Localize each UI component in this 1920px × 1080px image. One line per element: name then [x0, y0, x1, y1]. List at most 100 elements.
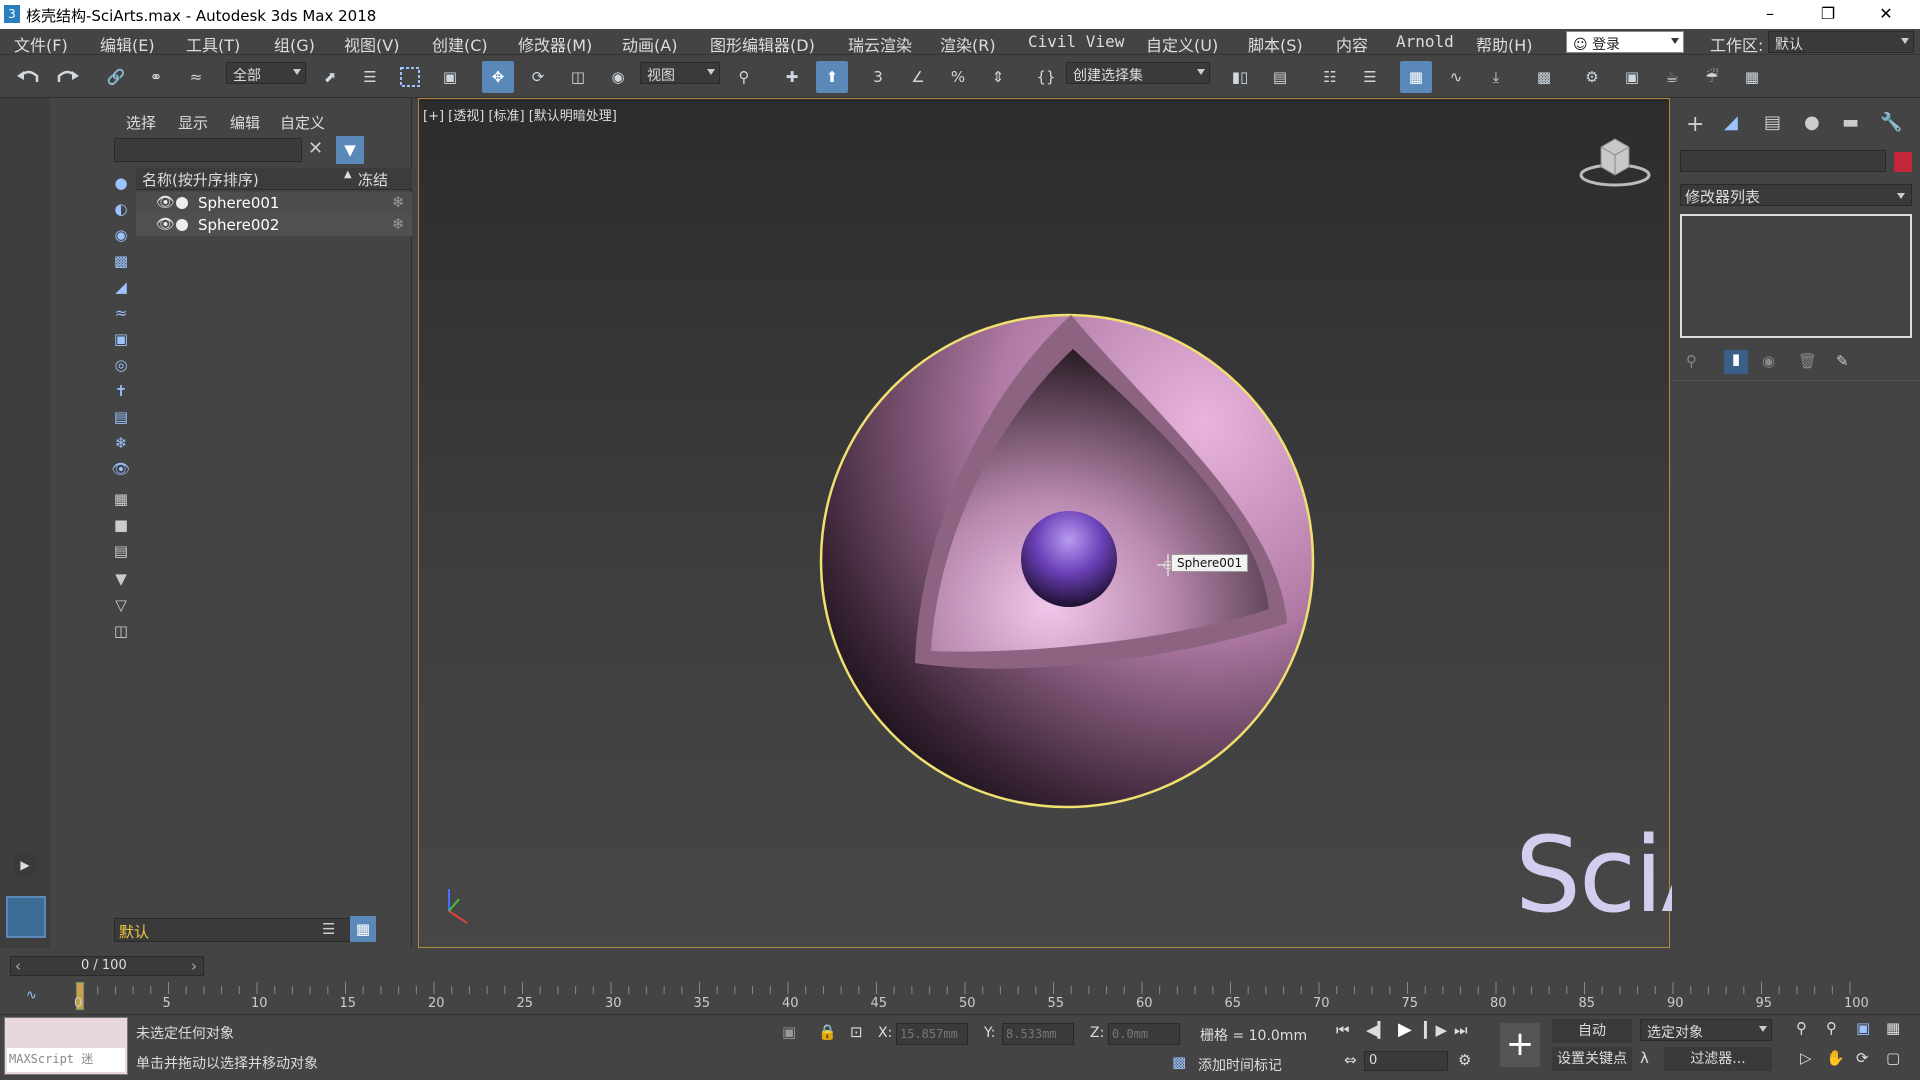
pivot-center-icon[interactable]: ⚲	[728, 61, 760, 93]
layer-explorer-icon[interactable]: ☰	[1354, 61, 1386, 93]
scene-explorer-save-icon[interactable]: ▦	[350, 916, 376, 942]
select-manipulate-icon[interactable]: ✚	[776, 61, 808, 93]
freeze-icon[interactable]: ❄	[392, 215, 405, 233]
table-row[interactable]: 👁 Sphere002 ❄	[136, 214, 412, 236]
spinner-snap-icon[interactable]: ⇕	[982, 61, 1014, 93]
xrefs-filter-icon[interactable]: ◎	[110, 354, 132, 376]
set-key-button[interactable]: 设置关键点	[1552, 1047, 1632, 1071]
visibility-eye-icon[interactable]: 👁	[156, 215, 175, 233]
percent-snap-icon[interactable]: %	[942, 61, 974, 93]
render-production-icon[interactable]: ☕	[1656, 61, 1688, 93]
clear-search-icon[interactable]: ✕	[308, 138, 323, 159]
cameras-filter-icon[interactable]: ▩	[110, 250, 132, 272]
tab-customize[interactable]: 自定义	[280, 112, 325, 133]
y-coordinate-field[interactable]: 8.533mm	[1002, 1023, 1074, 1045]
qr-tool-icon[interactable]: ▦	[1736, 61, 1768, 93]
containers-filter-icon[interactable]: ▤	[110, 406, 132, 428]
bind-spacewarp-icon[interactable]: ≈	[180, 61, 212, 93]
curve-editor-icon[interactable]: ∿	[1440, 61, 1472, 93]
maximize-viewport-icon[interactable]: ▢	[1886, 1049, 1900, 1067]
add-time-tag[interactable]: 添加时间标记	[1198, 1055, 1282, 1075]
menu-rendering[interactable]: 渲染(R)	[940, 32, 996, 56]
menu-tools[interactable]: 工具(T)	[186, 32, 240, 56]
select-scale-icon[interactable]: ◫	[562, 61, 594, 93]
go-to-end-icon[interactable]: ⏭	[1454, 1021, 1468, 1039]
previous-key-icon[interactable]: ◀▎	[1366, 1021, 1389, 1039]
viewport-layout-tab[interactable]	[6, 896, 46, 938]
viewcube-icon[interactable]	[1579, 129, 1651, 187]
maxscript-listener[interactable]: MAXScript 迷	[4, 1017, 128, 1075]
select-place-icon[interactable]: ◉	[602, 61, 634, 93]
table-row[interactable]: 👁 Sphere001 ❄	[136, 192, 412, 214]
lock-selection-icon[interactable]: ◫	[110, 620, 132, 642]
make-unique-icon[interactable]: ◉	[1762, 352, 1775, 370]
geometry-filter-icon[interactable]: ●	[110, 172, 132, 194]
keyboard-shortcut-override-icon[interactable]: ⬆	[816, 61, 848, 93]
visibility-eye-icon[interactable]: 👁	[156, 193, 175, 211]
mirror-icon[interactable]: ▮▯	[1224, 61, 1256, 93]
perspective-viewport[interactable]: [+] [透视] [标准] [默认明暗处理] Sphere001	[418, 98, 1864, 948]
zoom-extents-icon[interactable]: ▣	[1856, 1019, 1870, 1037]
schematic-view-icon[interactable]: ⤓	[1480, 61, 1512, 93]
window-crossing-icon[interactable]: ▣	[434, 61, 466, 93]
zoom-icon[interactable]: ⚲	[1796, 1019, 1807, 1037]
time-configuration-icon[interactable]: ⚙	[1458, 1051, 1471, 1069]
select-rotate-icon[interactable]: ⟳	[522, 61, 554, 93]
show-end-result-icon[interactable]: ▮	[1724, 350, 1748, 374]
render-iterative-icon[interactable]: ☔	[1696, 61, 1728, 93]
hidden-filter-icon[interactable]: 👁	[110, 458, 132, 480]
menu-modifiers[interactable]: 修改器(M)	[518, 32, 592, 56]
create-tab-icon[interactable]: +	[1686, 112, 1704, 137]
next-key-icon[interactable]: ▎▶	[1424, 1021, 1447, 1039]
object-name-field[interactable]	[1680, 150, 1886, 172]
object-name[interactable]: Sphere002	[198, 216, 279, 234]
key-mode-toggle-icon[interactable]: ⇔	[1344, 1051, 1357, 1069]
x-coordinate-field[interactable]: 15.857mm	[896, 1023, 968, 1045]
freeze-icon[interactable]: ❄	[392, 193, 405, 211]
menu-civil-view[interactable]: Civil View	[1028, 32, 1124, 51]
menu-file[interactable]: 文件(F)	[14, 32, 68, 56]
zoom-all-icon[interactable]: ⚲	[1826, 1019, 1837, 1037]
modifier-list-dropdown[interactable]: 修改器列表	[1680, 184, 1912, 206]
menu-graph-editors[interactable]: 图形编辑器(D)	[710, 32, 815, 56]
modifier-stack[interactable]	[1680, 214, 1912, 338]
lights-filter-icon[interactable]: ◉	[110, 224, 132, 246]
prev-frame-icon[interactable]: ‹	[15, 957, 21, 975]
next-frame-icon[interactable]: ›	[191, 957, 197, 975]
maxscript-input[interactable]: MAXScript 迷	[7, 1048, 125, 1072]
workspace-dropdown[interactable]: 默认	[1768, 31, 1914, 53]
align-icon[interactable]: ▤	[1264, 61, 1296, 93]
bones-filter-icon[interactable]: ✝	[110, 380, 132, 402]
pan-view-icon[interactable]: ✋	[1826, 1049, 1845, 1067]
menu-arnold[interactable]: Arnold	[1396, 32, 1454, 51]
z-coordinate-field[interactable]: 0.0mm	[1108, 1023, 1180, 1045]
shapes-filter-icon[interactable]: ◐	[110, 198, 132, 220]
object-color-swatch[interactable]	[1894, 152, 1912, 172]
key-filters-button[interactable]: 过滤器...	[1664, 1047, 1772, 1071]
filter-icon[interactable]: ▼	[336, 136, 364, 164]
menu-help[interactable]: 帮助(H)	[1476, 32, 1533, 56]
orbit-icon[interactable]: ⟳	[1856, 1049, 1869, 1067]
edit-named-selection-icon[interactable]: {}	[1030, 61, 1062, 93]
menu-edit[interactable]: 编辑(E)	[100, 32, 155, 56]
expand-arrow-icon[interactable]: ▶	[14, 854, 36, 876]
menu-group[interactable]: 组(G)	[274, 32, 315, 56]
tab-display[interactable]: 显示	[178, 112, 208, 133]
display-all-icon[interactable]: ▦	[110, 488, 132, 510]
select-object-icon[interactable]: ⬈	[314, 61, 346, 93]
rendered-frame-window-icon[interactable]: ▣	[1616, 61, 1648, 93]
filter-funnel-icon[interactable]: ▼	[110, 568, 132, 590]
render-setup-icon[interactable]: ⚙	[1576, 61, 1608, 93]
motion-tab-icon[interactable]: ●	[1804, 112, 1820, 133]
redo-icon[interactable]	[52, 61, 84, 93]
frozen-filter-icon[interactable]: ❄	[110, 432, 132, 454]
ribbon-toggle-icon[interactable]: ▦	[1400, 61, 1432, 93]
configure-modifier-sets-icon[interactable]: ✎	[1836, 352, 1849, 370]
timeline-track[interactable]: 0 5 10 15 20 25 30 35 40 45 50 55 60 65 70 75 80 85 90 95 10…	[74, 982, 1869, 1012]
menu-view[interactable]: 视图(V)	[344, 32, 399, 56]
minimize-button[interactable]: –	[1748, 2, 1792, 26]
tab-edit[interactable]: 编辑	[230, 112, 260, 133]
named-selection-dropdown[interactable]: 创建选择集	[1066, 62, 1210, 84]
groups-filter-icon[interactable]: ▣	[110, 328, 132, 350]
selection-filter-dropdown[interactable]: 全部	[226, 62, 306, 84]
